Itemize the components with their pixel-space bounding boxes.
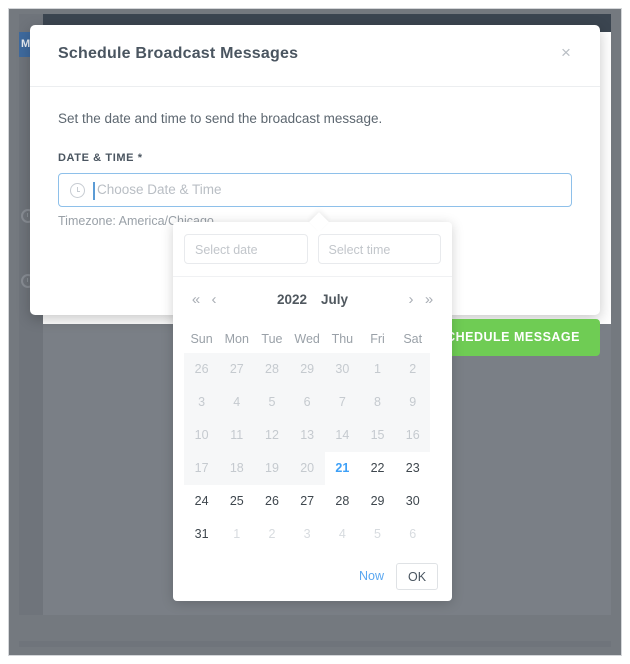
calendar-day-cell[interactable]: 26 [254,485,289,518]
calendar-day-cell[interactable]: 21 [325,452,360,485]
calendar-weekday-row: Sun Mon Tue Wed Thu Fri Sat [184,325,441,353]
datetime-input[interactable]: Choose Date & Time [58,173,572,207]
calendar-weekday: Sun [190,332,213,346]
select-time-input[interactable]: Select time [317,234,441,264]
calendar-weekday: Sat [403,332,423,346]
close-icon[interactable]: × [554,41,578,65]
calendar-day-cell: 6 [409,527,417,541]
calendar-day-cell: 20 [289,452,325,485]
calendar-day-cell: 2 [395,353,431,386]
calendar-week-row: 17 18 19 20 21 22 23 [184,452,441,485]
calendar-day-cell[interactable]: 24 [184,485,219,518]
calendar-day-cell: 4 [338,527,346,541]
calendar-day-cell: 3 [303,527,311,541]
calendar-weekday: Mon [224,332,249,346]
calendar-day-cell[interactable]: 27 [290,485,325,518]
calendar-day-cell: 29 [289,353,325,386]
calendar-week-row: 31 1 2 3 4 5 6 [184,518,441,551]
calendar-day-cell: 1 [233,527,241,541]
picker-inputs: Select date Select time [173,222,452,277]
calendar-grid: Sun Mon Tue Wed Thu Fri Sat 26 27 28 29 30 1 2 3 4 5 6 7 8… [173,321,452,551]
calendar-day-cell: 30 [324,353,360,386]
calendar-day-cell: 15 [359,419,396,452]
calendar-day-cell: 17 [184,452,220,485]
calendar-day-cell: 28 [254,353,290,386]
modal-body: Set the date and time to send the broadc… [30,87,600,356]
calendar-day-cell: 6 [289,386,325,419]
calendar-day-cell: 3 [184,386,220,419]
background-footer-band [19,641,611,647]
calendar-day-cell: 1 [359,353,396,386]
calendar-day-cell: 2 [268,527,276,541]
datetime-input-placeholder: Choose Date & Time [97,182,222,197]
screenshot-root: M Schedule Broadcast Messages × Set the … [0,0,630,664]
calendar-day-cell: 5 [254,386,290,419]
clock-icon [70,183,85,198]
prev-year-icon[interactable]: « [187,291,205,308]
calendar-weekday: Fri [370,332,385,346]
calendar-day-cell: 10 [184,419,220,452]
text-cursor [93,182,95,200]
calendar-day-cell: 27 [219,353,255,386]
prev-month-icon[interactable]: ‹ [205,291,223,308]
calendar-day-cell: 16 [395,419,431,452]
calendar-day-cell[interactable]: 28 [325,485,360,518]
calendar-weekday: Thu [331,332,354,346]
calendar-week-row: 26 27 28 29 30 1 2 [184,353,441,386]
calendar-day-cell: 19 [254,452,290,485]
datetime-picker-popover: Select date Select time « ‹ 2022 July › … [173,212,452,601]
modal-description: Set the date and time to send the broadc… [58,111,383,126]
calendar-week-row: 10 11 12 13 14 15 16 [184,419,441,452]
calendar-day-cell[interactable]: 29 [360,485,395,518]
calendar-day-cell[interactable]: 23 [395,452,430,485]
now-button[interactable]: Now [359,569,384,583]
next-year-icon[interactable]: » [420,291,438,308]
calendar-year-label[interactable]: 2022 [270,292,314,307]
calendar-day-cell: 18 [219,452,255,485]
calendar-day-cell: 13 [289,419,325,452]
calendar-day-cell[interactable]: 30 [395,485,430,518]
calendar-week-row: 24 25 26 27 28 29 30 [184,485,441,518]
calendar-day-cell[interactable]: 31 [184,518,219,551]
modal-header: Schedule Broadcast Messages × [30,25,600,87]
ok-button[interactable]: OK [396,562,438,590]
calendar-month-label[interactable]: July [314,292,355,307]
calendar-day-cell: 4 [219,386,255,419]
calendar-day-cell: 14 [324,419,360,452]
calendar-day-cell: 8 [359,386,396,419]
calendar-weekday: Tue [261,332,283,346]
calendar-day-cell: 11 [219,419,255,452]
next-month-icon[interactable]: › [402,291,420,308]
calendar-day-cell: 12 [254,419,290,452]
calendar-weeks: 26 27 28 29 30 1 2 3 4 5 6 7 8 9 10 11 12 13 14 15 16 17 18 19 2… [184,353,441,551]
calendar-day-cell: 5 [374,527,381,541]
calendar-day-cell[interactable]: 22 [360,452,395,485]
page-title: Schedule Broadcast Messages [58,45,299,62]
calendar-day-cell: 9 [395,386,431,419]
calendar-day-cell: 26 [184,353,220,386]
picker-footer: Now OK [173,551,452,601]
calendar-week-row: 3456789 [184,386,441,419]
datetime-field-label: DATE & TIME * [58,152,143,164]
select-date-input[interactable]: Select date [184,234,308,264]
calendar-day-cell[interactable]: 25 [219,485,254,518]
calendar-weekday: Wed [294,332,320,346]
calendar-day-cell: 7 [324,386,360,419]
calendar-nav: « ‹ 2022 July › » [173,277,452,321]
